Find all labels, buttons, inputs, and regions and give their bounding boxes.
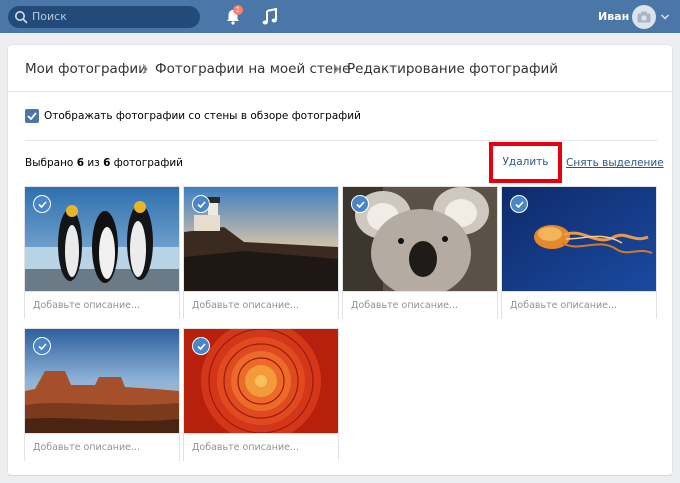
description-input[interactable] (343, 292, 497, 319)
search-placeholder: Поиск (32, 10, 67, 23)
top-bar: Поиск 1 Иван (0, 0, 680, 33)
photo-card[interactable] (342, 186, 498, 319)
chevron-right-icon (332, 63, 340, 75)
delete-highlight: Удалить (489, 142, 562, 183)
chevron-down-icon[interactable] (660, 13, 670, 21)
description-input[interactable] (25, 434, 179, 461)
selected-check-icon[interactable] (192, 195, 210, 213)
avatar[interactable] (632, 5, 656, 29)
delete-button[interactable]: Удалить (493, 146, 558, 179)
selected-check-icon[interactable] (510, 195, 528, 213)
breadcrumb-wall-photos[interactable]: Фотографии на моей стене (155, 61, 350, 77)
photo-card[interactable] (24, 186, 180, 319)
breadcrumb-current: Редактирование фотографий (347, 61, 559, 77)
photo-description[interactable] (25, 433, 179, 461)
selected-count: 6 (76, 157, 85, 169)
selected-check-icon[interactable] (351, 195, 369, 213)
selection-summary: Выбрано 6 из 6 фотографий (25, 156, 183, 170)
breadcrumb: Мои фотографии Фотографии на моей стене … (8, 45, 672, 92)
photo-description[interactable] (502, 291, 656, 319)
unselect-link[interactable]: Снять выделение (566, 156, 664, 170)
divider (25, 140, 657, 141)
total-count: 6 (103, 157, 111, 169)
selected-check-icon[interactable] (33, 195, 51, 213)
description-input[interactable] (502, 292, 656, 319)
description-input[interactable] (184, 434, 338, 461)
notification-badge: 1 (233, 5, 243, 15)
photo-description[interactable] (25, 291, 179, 319)
photo-description[interactable] (184, 433, 338, 461)
selection-suffix: фотографий (113, 157, 183, 169)
photo-card[interactable] (501, 186, 657, 319)
photo-card[interactable] (24, 328, 180, 461)
selected-check-icon[interactable] (192, 337, 210, 355)
music-icon[interactable] (262, 8, 278, 26)
edit-photos-card: Мои фотографии Фотографии на моей стене … (8, 45, 672, 475)
photo-description[interactable] (184, 291, 338, 319)
checkbox[interactable] (25, 109, 39, 123)
selection-prefix: Выбрано (25, 157, 74, 169)
chevron-right-icon (141, 63, 149, 75)
selected-check-icon[interactable] (33, 337, 51, 355)
description-input[interactable] (25, 292, 179, 319)
camera-icon (637, 11, 651, 23)
breadcrumb-my-photos[interactable]: Мои фотографии (25, 61, 147, 77)
selection-middle: из (87, 157, 100, 169)
photo-description[interactable] (343, 291, 497, 319)
user-name[interactable]: Иван (598, 9, 629, 24)
check-icon (27, 112, 37, 120)
search-icon (15, 11, 28, 24)
search-box[interactable]: Поиск (8, 6, 200, 28)
photo-card[interactable] (183, 186, 339, 319)
photo-card[interactable] (183, 328, 339, 461)
checkbox-label[interactable]: Отображать фотографии со стены в обзоре … (44, 109, 361, 123)
description-input[interactable] (184, 292, 338, 319)
